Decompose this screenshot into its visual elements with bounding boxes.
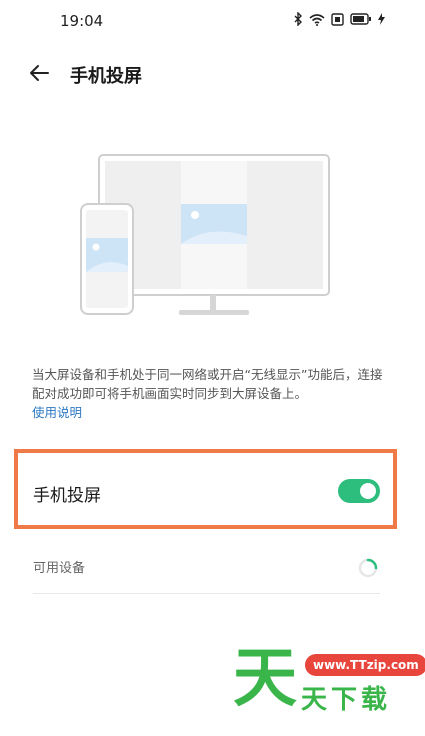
screen-cast-label: 手机投屏	[33, 486, 101, 506]
page-title: 手机投屏	[70, 66, 142, 87]
screen-mirror-icon	[331, 12, 344, 26]
description-text: 当大屏设备和手机处于同一网络或开启“无线显示”功能后，连接配对成功即可将手机画面…	[32, 367, 383, 401]
battery-icon	[350, 13, 371, 25]
charging-icon	[378, 13, 385, 25]
back-arrow-icon	[30, 65, 49, 81]
app-bar: 手机投屏	[0, 56, 425, 92]
watermark-url: www.TTzip.com	[305, 654, 425, 676]
status-time: 19:04	[60, 12, 104, 30]
screen-cast-illustration	[80, 154, 330, 315]
available-devices-label: 可用设备	[33, 561, 86, 576]
status-icons	[294, 12, 385, 26]
help-link[interactable]: 使用说明	[32, 402, 82, 421]
wifi-icon	[309, 13, 325, 26]
screen-cast-toggle[interactable]	[338, 479, 380, 503]
divider	[33, 593, 380, 594]
toggle-knob	[360, 483, 376, 499]
watermark-text: 天下载	[301, 685, 392, 715]
bluetooth-icon	[294, 12, 302, 26]
status-bar: 19:04	[0, 0, 425, 42]
loading-spinner-icon	[358, 558, 378, 578]
watermark: 天 www.TTzip.com 天下载	[233, 642, 425, 725]
watermark-big-char: 天	[233, 642, 297, 716]
back-button[interactable]	[28, 62, 54, 86]
